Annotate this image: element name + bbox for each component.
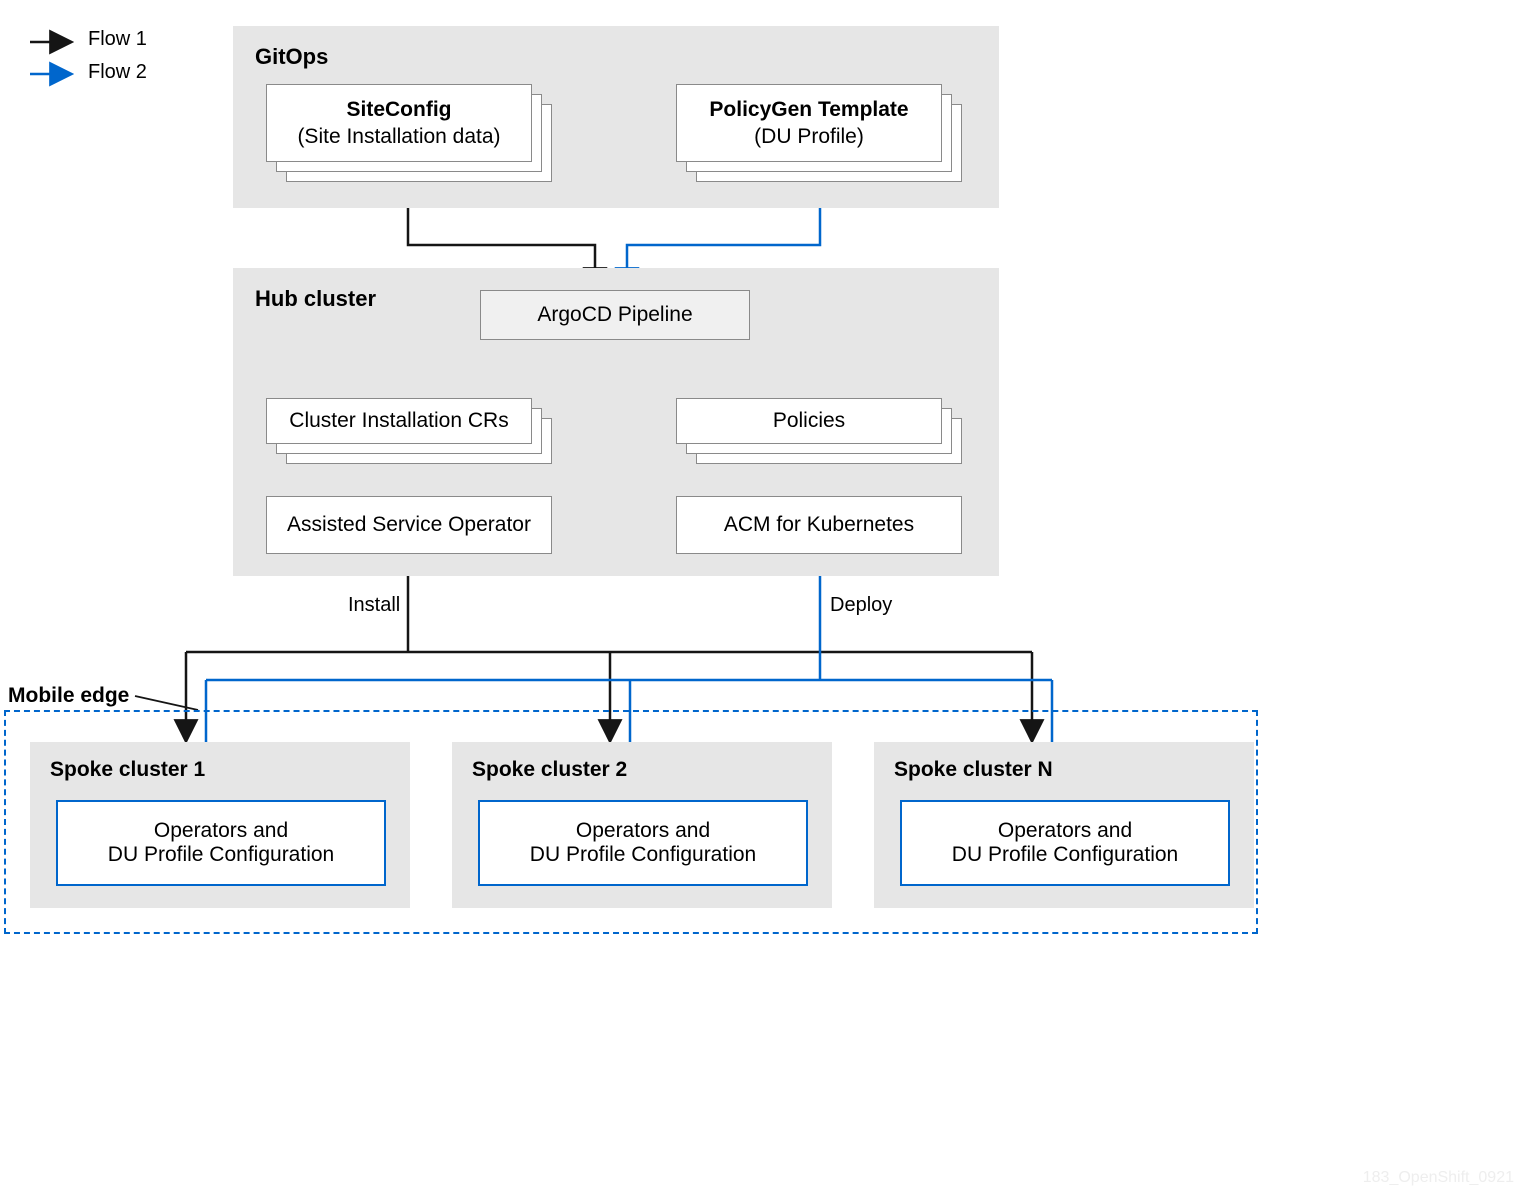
policygen-title: PolicyGen Template	[709, 96, 908, 123]
argocd-label: ArgoCD Pipeline	[537, 303, 692, 327]
spoke-1-line1: Operators and	[154, 819, 288, 843]
spoke-1-inner: Operators and DU Profile Configuration	[56, 800, 386, 886]
policies-label: Policies	[773, 407, 845, 434]
deploy-label: Deploy	[830, 594, 892, 617]
spoke-2-line1: Operators and	[576, 819, 710, 843]
acm-label: ACM for Kubernetes	[724, 513, 914, 537]
assisted-box: Assisted Service Operator	[266, 496, 552, 554]
spoke-2-inner: Operators and DU Profile Configuration	[478, 800, 808, 886]
spoke-1-line2: DU Profile Configuration	[108, 843, 334, 867]
siteconfig-title: SiteConfig	[347, 96, 452, 123]
siteconfig-card: SiteConfig (Site Installation data)	[266, 84, 532, 162]
spoke-n-inner: Operators and DU Profile Configuration	[900, 800, 1230, 886]
policies-card: Policies	[676, 398, 942, 444]
siteconfig-sub: (Site Installation data)	[297, 123, 500, 150]
spoke-2-title: Spoke cluster 2	[472, 758, 627, 782]
mobile-edge-label: Mobile edge	[8, 684, 129, 708]
hub-title: Hub cluster	[255, 286, 376, 312]
legend-flow1-label: Flow 1	[88, 28, 147, 51]
legend-flow2-label: Flow 2	[88, 61, 147, 84]
install-label: Install	[348, 594, 400, 617]
policygen-card: PolicyGen Template (DU Profile)	[676, 84, 942, 162]
legend: Flow 1 Flow 2	[28, 28, 147, 94]
policygen-sub: (DU Profile)	[754, 123, 864, 150]
spoke-2-line2: DU Profile Configuration	[530, 843, 756, 867]
spoke-1-title: Spoke cluster 1	[50, 758, 205, 782]
gitops-title: GitOps	[255, 44, 328, 70]
cluster-crs-card: Cluster Installation CRs	[266, 398, 532, 444]
argocd-box: ArgoCD Pipeline	[480, 290, 750, 340]
spoke-n-line1: Operators and	[998, 819, 1132, 843]
spoke-n-line2: DU Profile Configuration	[952, 843, 1178, 867]
assisted-label: Assisted Service Operator	[287, 513, 531, 537]
watermark: 183_OpenShift_0921	[1363, 1169, 1514, 1187]
legend-flow1: Flow 1	[28, 28, 147, 51]
spoke-n-title: Spoke cluster N	[894, 758, 1053, 782]
cluster-crs-label: Cluster Installation CRs	[289, 407, 508, 434]
acm-box: ACM for Kubernetes	[676, 496, 962, 554]
legend-flow2: Flow 2	[28, 61, 147, 84]
